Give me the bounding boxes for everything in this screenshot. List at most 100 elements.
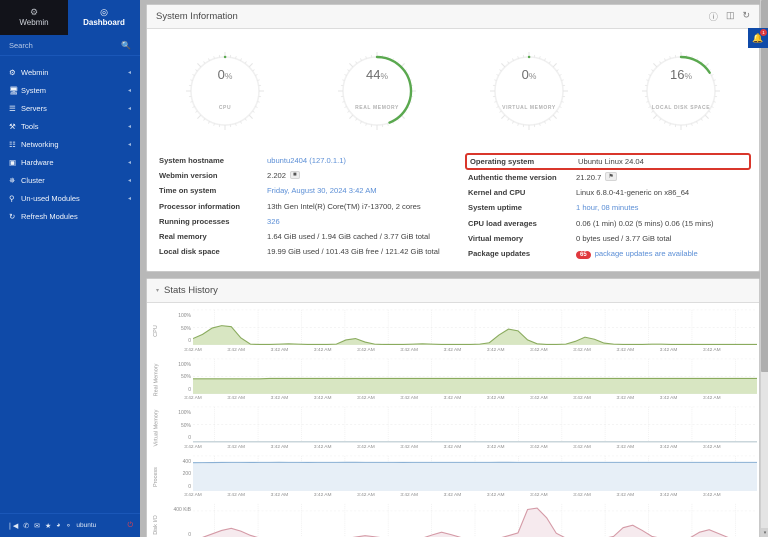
refresh-icon[interactable]: ↻ <box>742 10 750 23</box>
gauge-virtual-memory-svg <box>490 52 568 130</box>
system-information-header: System Information ⓘ ◫ ↻ <box>147 5 759 29</box>
hardware-icon: ▣ <box>9 157 17 167</box>
trash-icon[interactable]: ◫ <box>726 10 735 23</box>
gauge-cpu-svg <box>186 52 264 130</box>
network-icon: ☷ <box>9 139 16 149</box>
chart-y-axis-title: Process <box>153 466 159 487</box>
chart-y-tick-labels: 400 KiB 0 <box>173 507 191 537</box>
stats-history-title: Stats History <box>164 285 218 297</box>
chart-y-axis-title: Real Memory <box>153 363 160 397</box>
stats-chart-cpu: CPU 100% 50% 0 3:42 AM 3:42 AM 3:42 AM 3:42 AM… <box>149 307 757 356</box>
table-row: Running processes 326 <box>159 216 280 226</box>
sidebar-footer: ❘◀ ✆ ✉ ★ ◕ ⚬ ubuntu ⏻ <box>0 513 140 537</box>
sidebar-item-servers[interactable]: ☰ Servers ◂ <box>0 99 140 117</box>
gauge-cpu: 0% CPU <box>149 33 301 149</box>
processes-link[interactable]: 326 <box>267 217 280 226</box>
operating-system-row-highlighted: Operating system Ubuntu Linux 24.04 <box>465 153 751 170</box>
sidebar-item-webmin[interactable]: ⚙ Webmin ◂ <box>0 63 140 81</box>
package-updates-link[interactable]: 65 package updates are available <box>576 249 698 259</box>
webmin-logo-icon: ⚙ <box>29 7 39 17</box>
search-input[interactable] <box>9 40 122 50</box>
power-icon[interactable]: ⏻ <box>127 522 133 530</box>
chart-plot-area <box>193 501 757 537</box>
stats-history-header[interactable]: ▾ Stats History <box>147 279 759 304</box>
sidebar-item-networking[interactable]: ☷ Networking ◂ <box>0 135 140 153</box>
sidebar-brand-label: Webmin <box>19 18 49 27</box>
terminal-icon[interactable]: ✆ <box>23 522 29 530</box>
page-title: System Information <box>156 11 238 22</box>
sidebar-item-label: Refresh Modules <box>21 211 78 221</box>
search-icon[interactable]: 🔍 <box>121 41 131 50</box>
gauge-real-memory-label: REAL MEMORY <box>355 105 399 111</box>
scrollbar-thumb[interactable] <box>761 0 768 372</box>
table-row: Time on system Friday, August 30, 2024 3:… <box>159 186 377 196</box>
help-icon[interactable]: ⓘ <box>709 10 718 23</box>
gauge-local-disk-space-value: 16% <box>669 67 693 82</box>
system-information-panel: System Information ⓘ ◫ ↻ 0% CPU 44% REAL… <box>146 4 760 273</box>
sidebar-item-system[interactable]: 🖥 System ◂ <box>0 81 140 99</box>
hostname-link[interactable]: ubuntu2404 (127.0.1.1) <box>267 156 346 165</box>
sidebar-search[interactable]: 🔍 <box>0 35 140 56</box>
table-row: Webmin version 2.202 ■ <box>159 168 445 183</box>
sidebar-item-hardware[interactable]: ▣ Hardware ◂ <box>0 153 140 171</box>
gauge-virtual-memory-label: VIRTUAL MEMORY <box>502 105 556 111</box>
stats-chart-virtual-memory: Virtual Memory 100% 50% 0 3:42 AM 3:42 AM 3:4… <box>149 404 757 453</box>
version-chip-icon[interactable]: ■ <box>290 170 300 179</box>
chevron-left-icon: ◂ <box>127 123 131 130</box>
panel-header-icons: ⓘ ◫ ↻ <box>709 10 750 23</box>
scroll-down-arrow-icon[interactable]: ▾ <box>761 528 768 537</box>
chevron-down-icon[interactable]: ▾ <box>156 287 159 294</box>
cluster-icon: ✵ <box>9 175 16 185</box>
sidebar-item-un-used-modules[interactable]: ⚲ Un-used Modules ◂ <box>0 189 140 207</box>
gauge-real-memory: 44% REAL MEMORY <box>301 33 453 149</box>
sidebar-item-label: Hardware <box>21 157 54 167</box>
table-row: CPU load averages 0.06 (1 min) 0.02 (5 mi… <box>468 218 714 228</box>
sidebar-item-cluster[interactable]: ✵ Cluster ◂ <box>0 171 140 189</box>
collapse-sidebar-icon[interactable]: ❘◀ <box>7 522 18 530</box>
stats-history-panel: ▾ Stats History CPU 100% 50% 0 3:42 AM 3:42 … <box>146 278 760 537</box>
notification-button[interactable]: 🔔 1 <box>748 28 768 48</box>
system-info-left-column: System hostname ubuntu2404 (127.0.1.1) We… <box>147 153 453 261</box>
monitor-icon: 🖥 <box>9 85 19 95</box>
webmin-dashboard: ⚙ Webmin ◎ Dashboard 🔍 ⚙ Webmin ◂ 🖥 Syst… <box>0 0 768 537</box>
uptime-link[interactable]: 1 hour, 08 minutes <box>576 203 638 212</box>
favorites-star-icon[interactable]: ★ <box>45 522 51 530</box>
sidebar-item-label: Networking <box>21 139 59 149</box>
refresh-icon: ↻ <box>9 211 16 221</box>
chevron-left-icon: ◂ <box>127 177 131 184</box>
gauge-local-disk-space-label: LOCAL DISK SPACE <box>651 105 711 111</box>
sidebar-menu: ⚙ Webmin ◂ 🖥 System ◂ ☰ Servers ◂ ⚒ Tool… <box>0 56 140 513</box>
gauges-row: 0% CPU 44% REAL MEMORY 0% VIRTUAL MEMORY… <box>147 29 759 151</box>
gauge-cpu-value: 0% <box>217 67 233 82</box>
system-info-right-column: Operating system Ubuntu Linux 24.04 Authe… <box>453 153 759 261</box>
user-icon[interactable]: ⚬ <box>66 522 72 530</box>
chevron-left-icon: ◂ <box>127 105 131 112</box>
sidebar-item-label: Servers <box>21 103 47 113</box>
theme-chip-icon[interactable]: ⚑ <box>605 172 617 182</box>
stats-chart-real-memory: Real Memory 100% 50% 0 3:42 AM 3:42 AM 3:42 A… <box>149 356 757 405</box>
gauge-local-disk-space-svg <box>642 52 720 130</box>
theme-toggle-icon[interactable]: ◕ <box>56 522 60 529</box>
chevron-left-icon: ◂ <box>127 159 131 166</box>
table-row: Local disk space 19.99 GiB used / 101.43 … <box>159 247 440 257</box>
sidebar-tab-dashboard[interactable]: ◎ Dashboard <box>68 0 140 35</box>
gear-icon: ⚙ <box>9 67 16 77</box>
chart-y-axis-title: Disk I/O <box>153 515 159 536</box>
time-link[interactable]: Friday, August 30, 2024 3:42 AM <box>267 186 377 195</box>
sidebar-item-label: Tools <box>21 121 39 131</box>
table-row: Virtual memory 0 bytes used / 3.77 GiB to… <box>468 233 672 243</box>
table-row: Processor information 13th Gen Intel(R) C… <box>159 201 421 211</box>
sidebar-item-refresh-modules[interactable]: ↻ Refresh Modules <box>0 207 140 225</box>
sidebar-item-tools[interactable]: ⚒ Tools ◂ <box>0 117 140 135</box>
status-badge: 65 <box>576 250 591 259</box>
gauge-virtual-memory: 0% VIRTUAL MEMORY <box>453 33 605 149</box>
gauge-real-memory-value: 44% <box>365 67 389 82</box>
chevron-left-icon: ◂ <box>127 195 131 202</box>
gauge-real-memory-svg <box>338 52 416 130</box>
page-scrollbar[interactable]: ▾ <box>760 0 768 537</box>
sidebar-dashboard-label: Dashboard <box>83 18 125 27</box>
mail-icon[interactable]: ✉ <box>34 522 40 530</box>
sidebar: ⚙ Webmin ◎ Dashboard 🔍 ⚙ Webmin ◂ 🖥 Syst… <box>0 0 140 537</box>
sidebar-brand-webmin[interactable]: ⚙ Webmin <box>0 0 68 35</box>
chart-y-axis-title: CPU <box>153 325 159 338</box>
